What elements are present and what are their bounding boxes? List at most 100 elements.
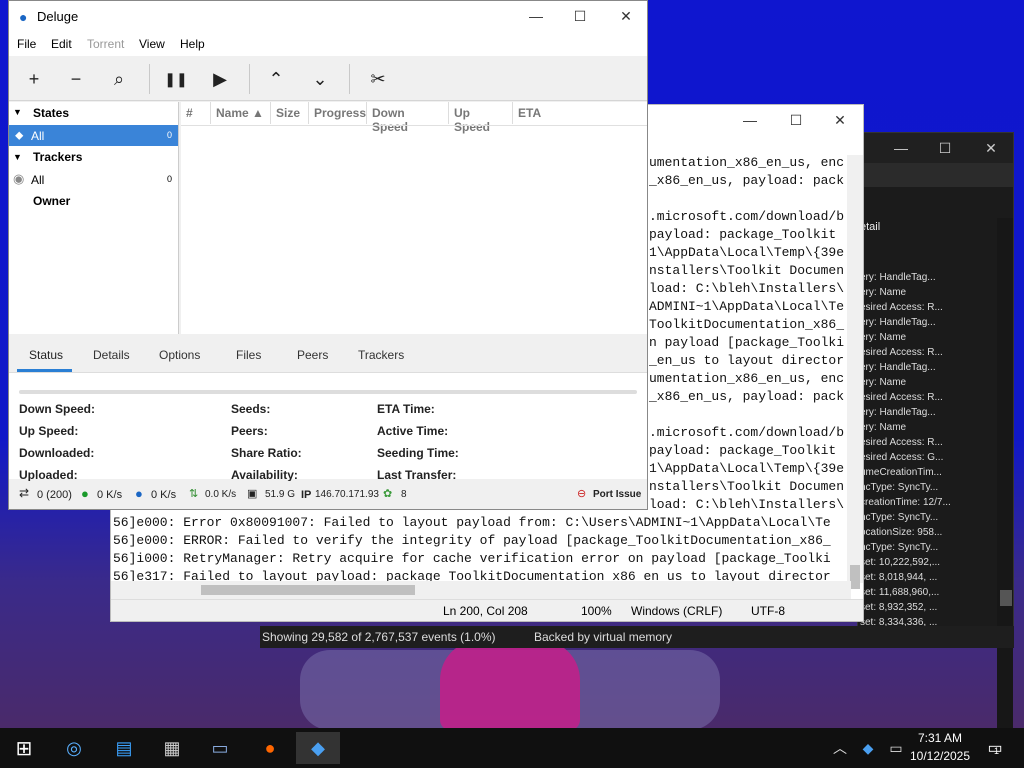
add-icon[interactable]: + [19,64,49,94]
close-icon[interactable]: ✕ [968,133,1014,163]
filter-sidebar: ▼ States ⬥ All 0 ▼ Trackers ◉ All 0 Owne… [9,102,179,334]
connections-icon: ⇄ [19,486,30,500]
column-up-speed[interactable]: Up Speed [449,102,513,134]
column-size[interactable]: Size [271,102,309,124]
procmon-row[interactable]: ery: Name [860,332,906,347]
seeds-label: Seeds: [231,402,271,416]
download-speed[interactable]: 0 K/s [97,489,122,501]
menu-help[interactable]: Help [180,37,205,51]
procmon-row[interactable]: esired Access: R... [860,347,943,362]
deluge-logo-icon: ● [19,9,28,25]
procmon-row[interactable]: ery: Name [860,422,906,437]
maximize-icon[interactable]: ☐ [557,1,603,31]
column-progress[interactable]: Progress [309,102,367,124]
column-eta[interactable]: ETA [513,102,553,124]
upload-speed[interactable]: 0 K/s [151,489,176,501]
port-issue[interactable]: Port Issue [593,489,641,500]
chevron-up-icon[interactable]: ︿ [828,732,852,764]
owner-label[interactable]: Owner [33,194,70,208]
procmon-row[interactable]: ocationSize: 958... [860,527,942,542]
procmon-row[interactable]: ery: Name [860,287,906,302]
clock-time[interactable]: 7:31 AM [904,731,976,745]
play-icon[interactable]: ▶ [205,64,235,94]
menu-torrent[interactable]: Torrent [87,37,124,51]
deluge-taskbar-icon[interactable]: ◆ [296,732,340,764]
connections-count[interactable]: 0 (200) [37,489,72,501]
active-time-label: Active Time: [377,424,449,438]
sidebar-item-trackers-all[interactable]: ◉ All 0 [9,169,178,190]
procmon-row[interactable]: ncType: SyncTy... [860,542,938,557]
file-explorer-icon[interactable]: ▦ [150,732,194,764]
procmon-scrollbar[interactable] [997,218,1013,758]
search-icon[interactable]: ⌕ [104,64,134,94]
close-icon[interactable]: ✕ [603,1,649,31]
menu-file[interactable]: File [17,37,36,51]
procmon-row[interactable]: ncType: SyncTy... [860,482,938,497]
notepad-icon[interactable]: ▭ [198,732,242,764]
procmon-row[interactable]: ery: HandleTag... [860,362,936,377]
notepad-vertical-scrollbar[interactable] [847,155,863,589]
move-down-icon[interactable]: ⌄ [305,64,335,94]
text-line: .microsoft.com/download/b [649,425,845,440]
memory-status: Backed by virtual memory [534,630,673,644]
maximize-icon[interactable]: ☐ [773,105,819,135]
tab-peers[interactable]: Peers [297,348,328,362]
procmon-row[interactable]: ery: HandleTag... [860,272,936,287]
text-line: n payload [package_Toolki [649,335,845,350]
procmon-row[interactable]: ery: HandleTag... [860,317,936,332]
share-ratio-label: Share Ratio: [231,446,302,460]
clock-date[interactable]: 10/12/2025 [904,749,976,763]
tab-files[interactable]: Files [236,348,261,362]
text-line: payload: package_Toolkit [649,227,837,242]
procmon-row[interactable]: ncType: SyncTy... [860,512,938,527]
notepad-horizontal-scrollbar[interactable] [111,581,851,599]
procmon-row[interactable]: set: 11,688,960,... [860,587,939,602]
all-states-icon: ⬥ [15,128,24,142]
column-down-speed[interactable]: Down Speed [367,102,449,134]
firefox-icon[interactable]: ● [248,732,292,764]
column-name[interactable]: Name ▲ [211,102,271,124]
tab-options[interactable]: Options [159,348,200,362]
minimize-icon[interactable]: — [878,133,924,163]
minimize-icon[interactable]: — [513,1,559,31]
maximize-icon[interactable]: ☐ [922,133,968,163]
menu-edit[interactable]: Edit [51,37,72,51]
procmon-row[interactable]: esired Access: R... [860,302,943,317]
minimize-icon[interactable]: — [727,105,773,135]
collapse-arrow-icon[interactable]: ▼ [13,152,22,162]
remove-icon[interactable]: − [61,64,91,94]
process-monitor-titlebar: — ☐ ✕ [858,133,1013,163]
procmon-row[interactable]: umeCreationTim... [860,467,942,482]
sidebar-item-all[interactable]: ⬥ All 0 [9,125,178,146]
tab-status[interactable]: Status [29,348,63,362]
procmon-row[interactable]: creationTime: 12/7... [860,497,951,512]
procmon-row[interactable]: esired Access: R... [860,392,943,407]
move-up-icon[interactable]: ⌃ [261,64,291,94]
deluge-tray-icon[interactable]: ◆ [856,732,880,764]
procmon-row[interactable]: ery: Name [860,377,906,392]
collapse-arrow-icon[interactable]: ▼ [13,107,22,117]
tab-trackers[interactable]: Trackers [358,348,404,362]
pause-icon[interactable]: ❚❚ [161,64,191,94]
notepad-statusbar: Ln 200, Col 208 100% Windows (CRLF) UTF-… [111,599,863,621]
close-icon[interactable]: ✕ [817,105,863,135]
column-number[interactable]: # [181,102,211,124]
performance-monitor-icon[interactable]: ▤ [102,732,146,764]
text-line: .microsoft.com/download/b [649,209,845,224]
preferences-icon[interactable]: ✂ [363,64,393,94]
start-button[interactable]: ⊞ [2,732,46,764]
free-space: 51.9 G [265,489,296,500]
procmon-row[interactable]: set: 10,222,592,... [860,557,940,572]
search-icon[interactable]: ◎ [52,732,96,764]
procmon-row[interactable]: esired Access: R... [860,437,943,452]
procmon-row[interactable]: esired Access: G... [860,452,943,467]
text-line: _en_us to layout director [649,353,845,368]
availability-label: Availability: [231,468,298,482]
upload-speed-icon: ● [135,486,143,501]
text-line: 56]e000: ERROR: Failed to verify the int… [113,533,831,548]
menu-view[interactable]: View [139,37,165,51]
procmon-row[interactable]: set: 8,932,352, ... [860,602,937,617]
tab-details[interactable]: Details [93,348,130,362]
procmon-row[interactable]: ery: HandleTag... [860,407,936,422]
procmon-row[interactable]: set: 8,018,944, ... [860,572,937,587]
